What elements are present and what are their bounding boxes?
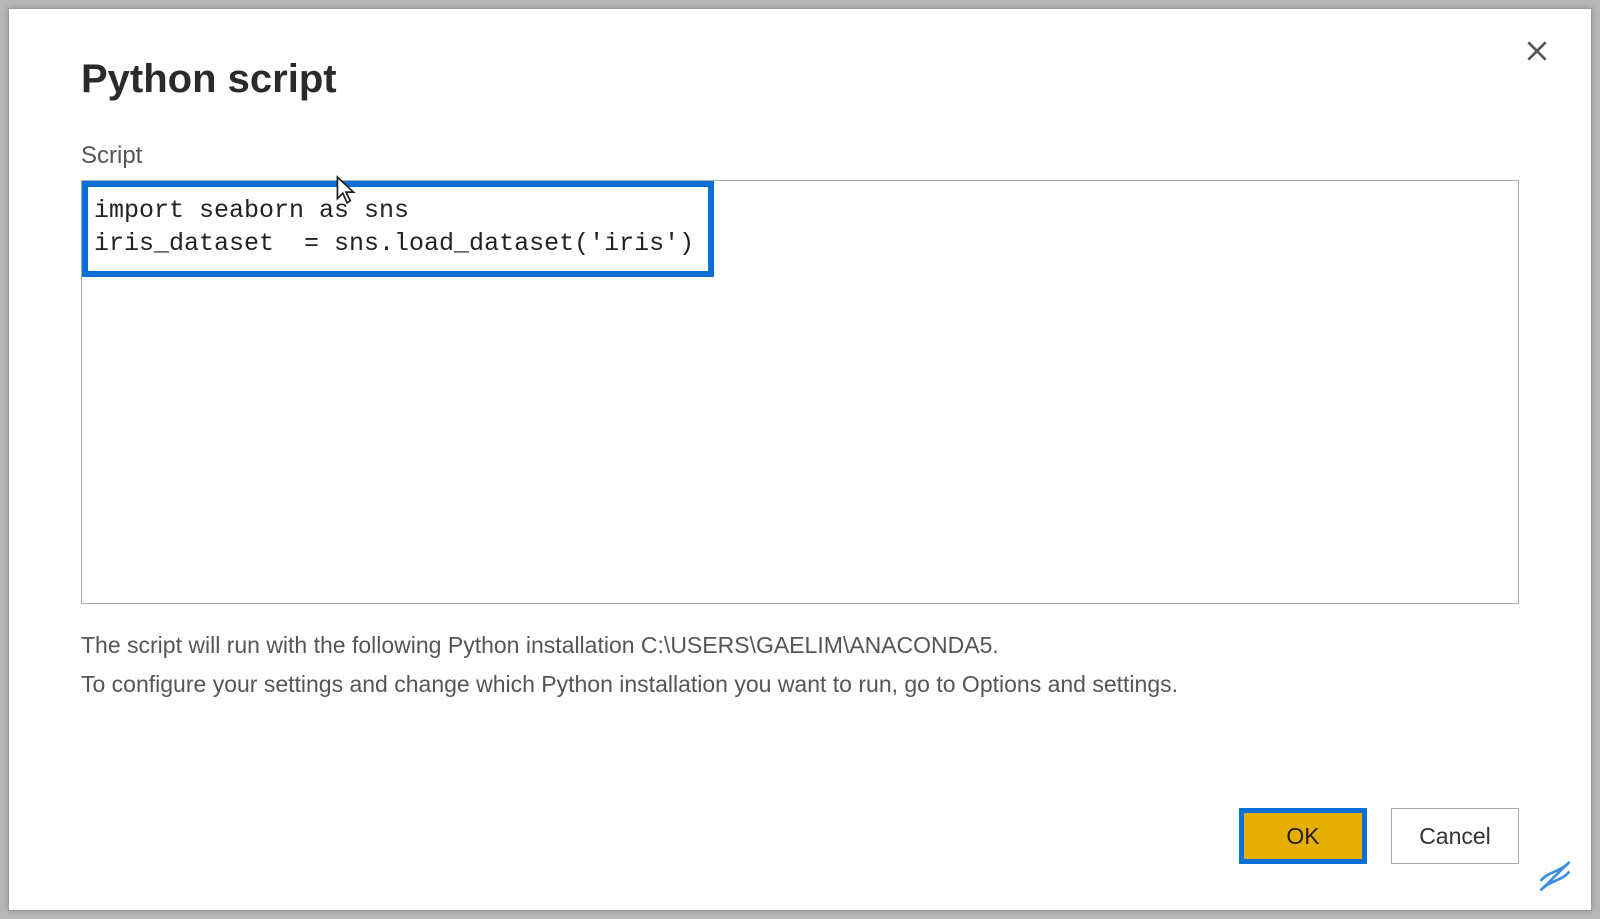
cancel-button[interactable]: Cancel — [1391, 808, 1519, 864]
close-icon — [1524, 38, 1550, 64]
info-line-2: To configure your settings and change wh… — [81, 665, 1519, 704]
dialog-content: Python script Script The script will run… — [9, 9, 1591, 724]
dna-watermark-icon — [1531, 845, 1579, 898]
script-textarea[interactable] — [82, 181, 1518, 603]
script-textarea-wrapper — [81, 180, 1519, 604]
info-line-1: The script will run with the following P… — [81, 626, 1519, 665]
dialog-title: Python script — [81, 57, 1519, 102]
dialog-button-row: OK Cancel — [1239, 808, 1519, 864]
script-label: Script — [81, 142, 1519, 170]
python-script-dialog: Python script Script The script will run… — [8, 8, 1592, 911]
close-button[interactable] — [1519, 33, 1555, 69]
ok-button[interactable]: OK — [1239, 808, 1367, 864]
info-text-block: The script will run with the following P… — [81, 626, 1519, 704]
